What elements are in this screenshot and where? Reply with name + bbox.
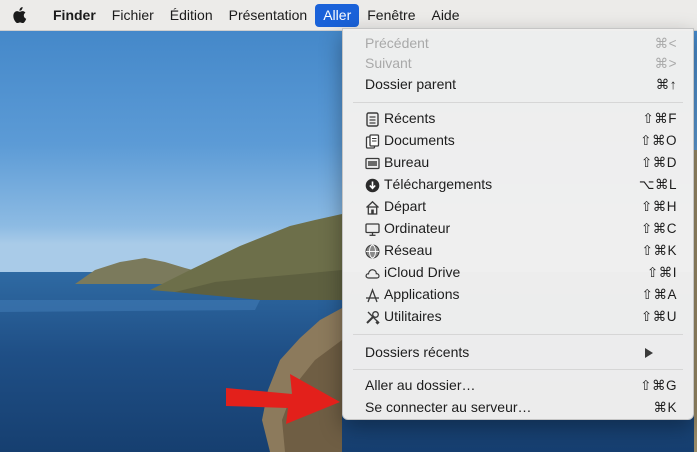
menu-item-dossiers-recents[interactable]: Dossiers récents [343, 342, 693, 364]
menu-item-label: Dossier parent [365, 76, 457, 92]
submenu-arrow-icon [645, 348, 653, 358]
menu-item-label: Se connecter au serveur… [365, 399, 532, 415]
recents-icon [366, 112, 379, 127]
menu-item-reseau[interactable]: Réseau ⇧⌘K [343, 240, 693, 262]
menu-edition[interactable]: Édition [162, 4, 221, 27]
menu-fichier[interactable]: Fichier [104, 4, 162, 27]
menu-item-label: Ordinateur [384, 220, 451, 236]
apple-logo-icon[interactable] [13, 7, 27, 23]
shortcut-label: ⇧⌘D [640, 155, 677, 170]
menu-item-label: Départ [384, 198, 427, 214]
shortcut-label: ⌘K [653, 400, 677, 415]
menu-item-label: Suivant [365, 55, 412, 71]
menu-item-se-connecter-au-serveur[interactable]: Se connecter au serveur… ⌘K [343, 397, 693, 419]
menu-item-label: Applications [384, 286, 460, 302]
shortcut-label: ⇧⌘U [640, 309, 677, 324]
menu-item-label: Précédent [365, 35, 429, 51]
shortcut-label: ⇧⌘I [646, 265, 677, 280]
shortcut-label: ⌘> [654, 56, 677, 71]
menu-separator [353, 102, 683, 103]
menu-item-label: iCloud Drive [384, 264, 461, 280]
menu-item-label: Récents [384, 110, 436, 126]
shortcut-label: ⌥⌘L [638, 177, 677, 192]
shortcut-label: ⇧⌘K [641, 243, 677, 258]
menu-bar: Finder Fichier Édition Présentation Alle… [0, 0, 697, 31]
menu-item-applications[interactable]: Applications ⇧⌘A [343, 284, 693, 306]
menu-item-suivant[interactable]: Suivant ⌘> [343, 53, 693, 75]
shortcut-label: ⇧⌘A [641, 287, 677, 302]
menu-item-documents[interactable]: Documents ⇧⌘O [343, 130, 693, 152]
menu-item-label: Aller au dossier… [365, 377, 476, 393]
home-icon [366, 200, 379, 215]
shortcut-label: ⇧⌘C [640, 221, 677, 236]
menu-item-dossier-parent[interactable]: Dossier parent ⌘↑ [343, 74, 693, 96]
computer-icon [365, 223, 380, 236]
menu-aide[interactable]: Aide [423, 4, 467, 27]
shortcut-label: ⇧⌘F [642, 111, 677, 126]
menu-fenetre[interactable]: Fenêtre [359, 4, 423, 27]
shortcut-label: ⌘< [654, 36, 677, 51]
menu-item-utilitaires[interactable]: Utilitaires ⇧⌘U [343, 306, 693, 328]
network-icon [365, 244, 380, 259]
menu-item-recents[interactable]: Récents ⇧⌘F [343, 108, 693, 130]
menu-item-bureau[interactable]: Bureau ⇧⌘D [343, 152, 693, 174]
menu-separator [353, 369, 683, 370]
downloads-icon [365, 178, 380, 193]
icloud-icon [365, 269, 380, 279]
documents-icon [365, 134, 380, 149]
applications-icon [366, 288, 379, 303]
menu-item-depart[interactable]: Départ ⇧⌘H [343, 196, 693, 218]
menu-aller[interactable]: Aller [315, 3, 360, 27]
menu-item-label: Dossiers récents [365, 344, 470, 360]
shortcut-label: ⇧⌘O [640, 133, 677, 148]
shortcut-label: ⇧⌘G [640, 378, 677, 393]
menu-item-label: Téléchargements [384, 176, 493, 192]
menu-finder[interactable]: Finder [45, 4, 104, 27]
menu-item-label: Bureau [384, 154, 430, 170]
menu-item-telechargements[interactable]: Téléchargements ⌥⌘L [343, 174, 693, 196]
menu-item-aller-au-dossier[interactable]: Aller au dossier… ⇧⌘G [343, 375, 693, 397]
menu-item-label: Utilitaires [384, 308, 442, 324]
menu-presentation[interactable]: Présentation [221, 4, 316, 27]
menu-separator [353, 334, 683, 335]
menu-item-label: Réseau [384, 242, 433, 258]
menu-item-precedent[interactable]: Précédent ⌘< [343, 33, 693, 55]
menu-item-icloud-drive[interactable]: iCloud Drive ⇧⌘I [343, 262, 693, 284]
shortcut-label: ⌘↑ [655, 77, 677, 92]
desktop-icon [365, 157, 380, 170]
menu-item-label: Documents [384, 132, 455, 148]
menu-item-ordinateur[interactable]: Ordinateur ⇧⌘C [343, 218, 693, 240]
utilities-icon [366, 311, 380, 325]
shortcut-label: ⇧⌘H [640, 199, 677, 214]
go-dropdown-menu: Précédent ⌘< Suivant ⌘> Dossier parent ⌘… [342, 28, 694, 420]
red-pointer-arrow-icon [226, 374, 340, 424]
